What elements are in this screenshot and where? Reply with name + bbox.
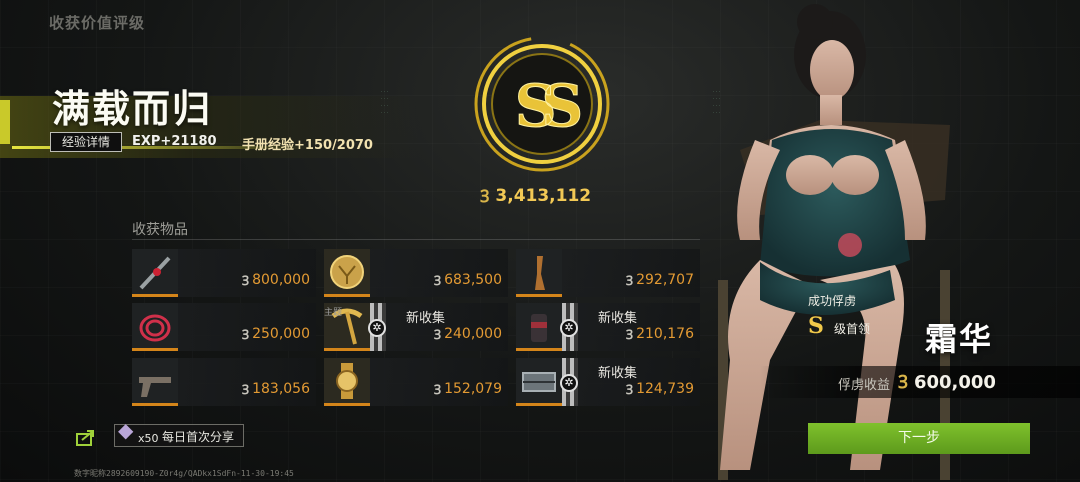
- gold-watch-icon: [336, 363, 358, 399]
- new-collection-badge: ✲: [560, 358, 578, 406]
- result-title: 满载而归: [52, 87, 213, 131]
- coin-icon: Ꝫ: [625, 383, 634, 398]
- item-value: Ꝫ 152,079: [434, 380, 502, 398]
- item-thumbnail: [132, 358, 178, 406]
- exp-gain: EXP+21180: [132, 134, 217, 149]
- banner-accent: [0, 100, 10, 144]
- item-value-number: 800,000: [252, 272, 310, 288]
- share-reward-count: x50: [138, 432, 159, 445]
- item-tag: 主题: [324, 308, 343, 318]
- item-thumbnail: [516, 303, 562, 351]
- divider: [132, 239, 700, 240]
- new-collection-label: 新收集: [406, 311, 446, 326]
- item-thumbnail: [516, 249, 562, 297]
- item-value: Ꝫ 240,000: [434, 325, 502, 343]
- figurine-icon: [535, 256, 545, 290]
- share-label: 每日首次分享: [162, 430, 235, 444]
- item-value: Ꝫ 250,000: [242, 325, 310, 343]
- coin-icon: Ꝫ: [433, 274, 442, 289]
- rifle-scope-icon: [139, 256, 171, 290]
- item-value-number: 152,079: [444, 381, 502, 397]
- pistol-icon: [139, 377, 171, 397]
- new-collection-badge: ✲: [560, 303, 578, 351]
- next-button[interactable]: 下一步: [808, 423, 1030, 454]
- item-card[interactable]: Ꝫ 250,000: [132, 303, 316, 351]
- boss-rank-label: 级首领: [834, 322, 871, 336]
- rank-emblem: SS: [472, 34, 612, 174]
- captive-character-portrait: [718, 4, 950, 480]
- coin-icon: Ꝫ: [480, 187, 490, 207]
- share-icon[interactable]: [76, 428, 98, 446]
- new-collection-label: 新收集: [598, 311, 638, 326]
- item-value-number: 292,707: [636, 272, 694, 288]
- item-thumbnail: [132, 303, 178, 351]
- item-thumbnail: [516, 358, 562, 406]
- item-thumbnail: [132, 249, 178, 297]
- total-value: Ꝫ 3,413,112: [480, 184, 592, 208]
- item-card[interactable]: ✲ 新收集 Ꝫ 210,176: [516, 303, 700, 351]
- capture-status: 成功俘虏: [808, 294, 857, 308]
- coin-icon: Ꝫ: [241, 274, 250, 289]
- coin-icon: Ꝫ: [625, 328, 634, 343]
- item-value-number: 683,500: [444, 272, 502, 288]
- captive-name: 霜华: [925, 320, 994, 358]
- item-value: Ꝫ 683,500: [434, 271, 502, 289]
- item-value-number: 250,000: [252, 326, 310, 342]
- gold-medallion-icon: [330, 255, 364, 289]
- item-value: Ꝫ 210,176: [626, 325, 694, 343]
- coin-icon: Ꝫ: [241, 328, 250, 343]
- page-title: 收获价值评级: [49, 14, 146, 32]
- crate-icon: [522, 372, 556, 392]
- item-thumbnail: [324, 249, 370, 297]
- item-card[interactable]: Ꝫ 683,500: [324, 249, 508, 297]
- item-value: Ꝫ 183,056: [242, 380, 310, 398]
- coin-icon: Ꝫ: [433, 383, 442, 398]
- gear-icon: ✲: [560, 374, 578, 392]
- coin-icon: Ꝫ: [898, 372, 908, 393]
- captive-income-value: 600,000: [913, 371, 996, 393]
- item-card[interactable]: Ꝫ 152,079: [324, 358, 508, 406]
- item-value: Ꝫ 800,000: [242, 271, 310, 289]
- item-value-number: 183,056: [252, 381, 310, 397]
- item-card[interactable]: Ꝫ 292,707: [516, 249, 700, 297]
- captive-income-label: 俘虏收益: [838, 378, 891, 393]
- new-collection-badge: ✲: [368, 303, 386, 351]
- item-thumbnail: 主题: [324, 303, 370, 351]
- gear-icon: ✲: [368, 319, 386, 337]
- canister-icon: [531, 314, 547, 342]
- item-value-number: 210,176: [636, 326, 694, 342]
- items-section-label: 收获物品: [132, 222, 188, 238]
- total-value-number: 3,413,112: [495, 185, 592, 206]
- gem-icon: ◆: [118, 418, 134, 442]
- item-card[interactable]: 主题 ✲ 新收集 Ꝫ 240,000: [324, 303, 508, 351]
- item-card[interactable]: ✲ 新收集 Ꝫ 124,739: [516, 358, 700, 406]
- item-card[interactable]: Ꝫ 800,000: [132, 249, 316, 297]
- gear-icon: ✲: [560, 319, 578, 337]
- red-rope-icon: [139, 314, 171, 342]
- captive-income: Ꝫ 600,000: [898, 370, 996, 394]
- footer-id: 数字昵称2892609190-Z0r4g/QADkx1SdFn-11-30-19…: [74, 469, 294, 478]
- item-value: Ꝫ 124,739: [626, 380, 694, 398]
- exp-detail-button[interactable]: 经验详情: [50, 132, 122, 152]
- item-value-number: 240,000: [444, 326, 502, 342]
- coin-icon: Ꝫ: [625, 274, 634, 289]
- item-card[interactable]: Ꝫ 183,056: [132, 358, 316, 406]
- item-value-number: 124,739: [636, 381, 694, 397]
- handbook-exp: 手册经验+150/2070: [242, 138, 373, 153]
- item-thumbnail: [324, 358, 370, 406]
- coin-icon: Ꝫ: [241, 383, 250, 398]
- item-value: Ꝫ 292,707: [626, 271, 694, 289]
- boss-rank-letter: S: [808, 313, 824, 339]
- coin-icon: Ꝫ: [433, 328, 442, 343]
- new-collection-label: 新收集: [598, 366, 638, 381]
